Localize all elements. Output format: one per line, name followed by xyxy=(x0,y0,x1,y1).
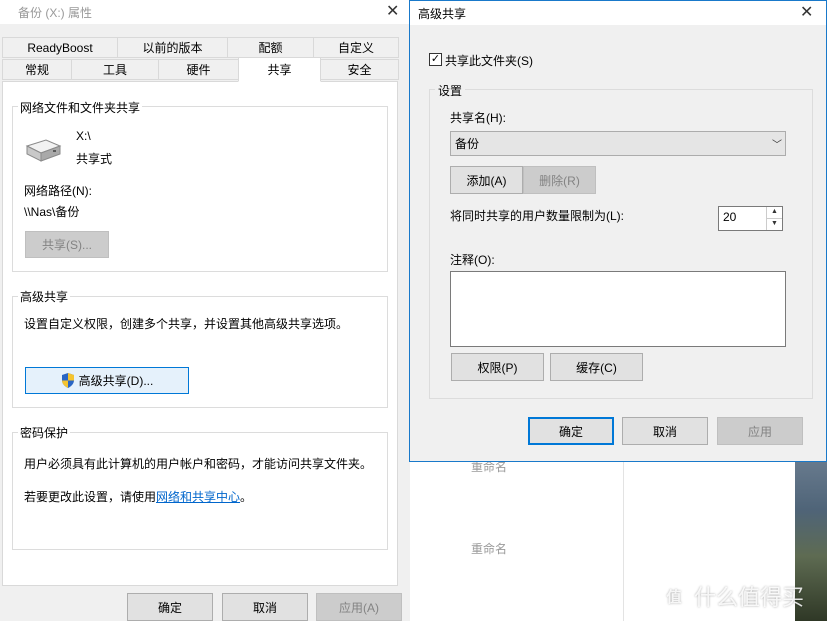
drive-name: X:\ xyxy=(76,129,91,143)
advanced-sharing-dialog: 高级共享 ✕ ✓ 共享此文件夹(S) 设置 共享名(H): 备份 ﹀ 添加(A)… xyxy=(409,0,827,462)
share-folder-checkbox[interactable]: ✓ xyxy=(429,53,442,66)
advanced-sharing-description: 设置自定义权限，创建多个共享，并设置其他高级共享选项。 xyxy=(24,317,349,331)
tab-previous-versions[interactable]: 以前的版本 xyxy=(117,37,228,58)
tab-customize[interactable]: 自定义 xyxy=(313,37,399,58)
close-icon[interactable]: ✕ xyxy=(800,2,813,22)
share-status: 共享式 xyxy=(76,152,113,166)
watermark: 值 什么值得买 xyxy=(660,580,804,612)
dialog-titlebar: 高级共享 ✕ xyxy=(410,1,826,25)
tab-tools[interactable]: 工具 xyxy=(71,59,159,80)
settings-heading: 设置 xyxy=(435,82,466,99)
watermark-logo-icon: 值 xyxy=(660,582,688,610)
dialog-apply-button[interactable]: 应用 xyxy=(717,417,803,445)
uac-shield-icon xyxy=(61,373,74,388)
window-title: 备份 (X:) 属性 xyxy=(18,6,92,20)
rename-item[interactable]: 重命名 xyxy=(471,540,507,557)
add-button[interactable]: 添加(A) xyxy=(450,166,523,194)
tab-quota[interactable]: 配额 xyxy=(227,37,314,58)
properties-window: 备份 (X:) 属性 ✕ ReadyBoost 以前的版本 配额 自定义 常规 … xyxy=(0,0,410,621)
permissions-button[interactable]: 权限(P) xyxy=(451,353,544,381)
network-path-label: 网络路径(N): xyxy=(24,184,92,198)
advanced-sharing-heading: 高级共享 xyxy=(18,288,71,305)
watermark-text: 什么值得买 xyxy=(694,585,805,610)
dialog-cancel-button[interactable]: 取消 xyxy=(622,417,708,445)
change-setting-suffix: 。 xyxy=(240,490,253,504)
share-name-label: 共享名(H): xyxy=(450,111,506,125)
properties-titlebar: 备份 (X:) 属性 ✕ xyxy=(0,0,410,24)
background-divider xyxy=(623,450,624,621)
close-icon[interactable]: ✕ xyxy=(386,1,399,21)
password-protection-description: 用户必须具有此计算机的用户帐户和密码，才能访问共享文件夹。 xyxy=(24,457,373,471)
user-limit-value[interactable]: 20 xyxy=(719,207,766,230)
drive-icon xyxy=(25,139,62,162)
tab-hardware[interactable]: 硬件 xyxy=(158,59,239,80)
share-button[interactable]: 共享(S)... xyxy=(25,231,109,258)
share-name-value: 备份 xyxy=(455,137,480,151)
password-protection-heading: 密码保护 xyxy=(18,424,71,441)
tab-general[interactable]: 常规 xyxy=(2,59,72,80)
tab-readyboost[interactable]: ReadyBoost xyxy=(2,37,118,58)
advanced-sharing-button-label: 高级共享(D)... xyxy=(78,374,154,388)
tab-sharing[interactable]: 共享 xyxy=(238,57,321,82)
spin-down-icon[interactable]: ▼ xyxy=(767,219,782,230)
comment-textarea[interactable] xyxy=(450,271,786,347)
apply-button[interactable]: 应用(A) xyxy=(316,593,402,621)
network-sharing-center-link[interactable]: 网络和共享中心 xyxy=(156,490,240,504)
network-sharing-heading: 网络文件和文件夹共享 xyxy=(18,99,143,116)
dialog-title: 高级共享 xyxy=(418,7,467,21)
cancel-button[interactable]: 取消 xyxy=(222,593,308,621)
spinner-buttons: ▲ ▼ xyxy=(766,207,782,230)
remove-button[interactable]: 删除(R) xyxy=(523,166,596,194)
share-folder-label[interactable]: 共享此文件夹(S) xyxy=(445,52,533,69)
tab-security[interactable]: 安全 xyxy=(320,59,399,80)
network-path-value: \\Nas\备份 xyxy=(24,205,80,219)
change-setting-text: 若要更改此设置，请使用网络和共享中心。 xyxy=(24,488,252,505)
comment-label: 注释(O): xyxy=(450,253,495,267)
ok-button[interactable]: 确定 xyxy=(127,593,213,621)
advanced-sharing-button[interactable]: 高级共享(D)... xyxy=(25,367,189,394)
user-limit-spinner[interactable]: 20 ▲ ▼ xyxy=(718,206,783,231)
dialog-ok-button[interactable]: 确定 xyxy=(528,417,614,445)
spin-up-icon[interactable]: ▲ xyxy=(767,207,782,219)
change-setting-prefix: 若要更改此设置，请使用 xyxy=(24,490,157,504)
caching-button[interactable]: 缓存(C) xyxy=(550,353,643,381)
share-name-combobox[interactable]: 备份 ﹀ xyxy=(450,131,786,156)
chevron-down-icon[interactable]: ﹀ xyxy=(769,136,785,151)
user-limit-label: 将同时共享的用户数量限制为(L): xyxy=(450,209,625,223)
